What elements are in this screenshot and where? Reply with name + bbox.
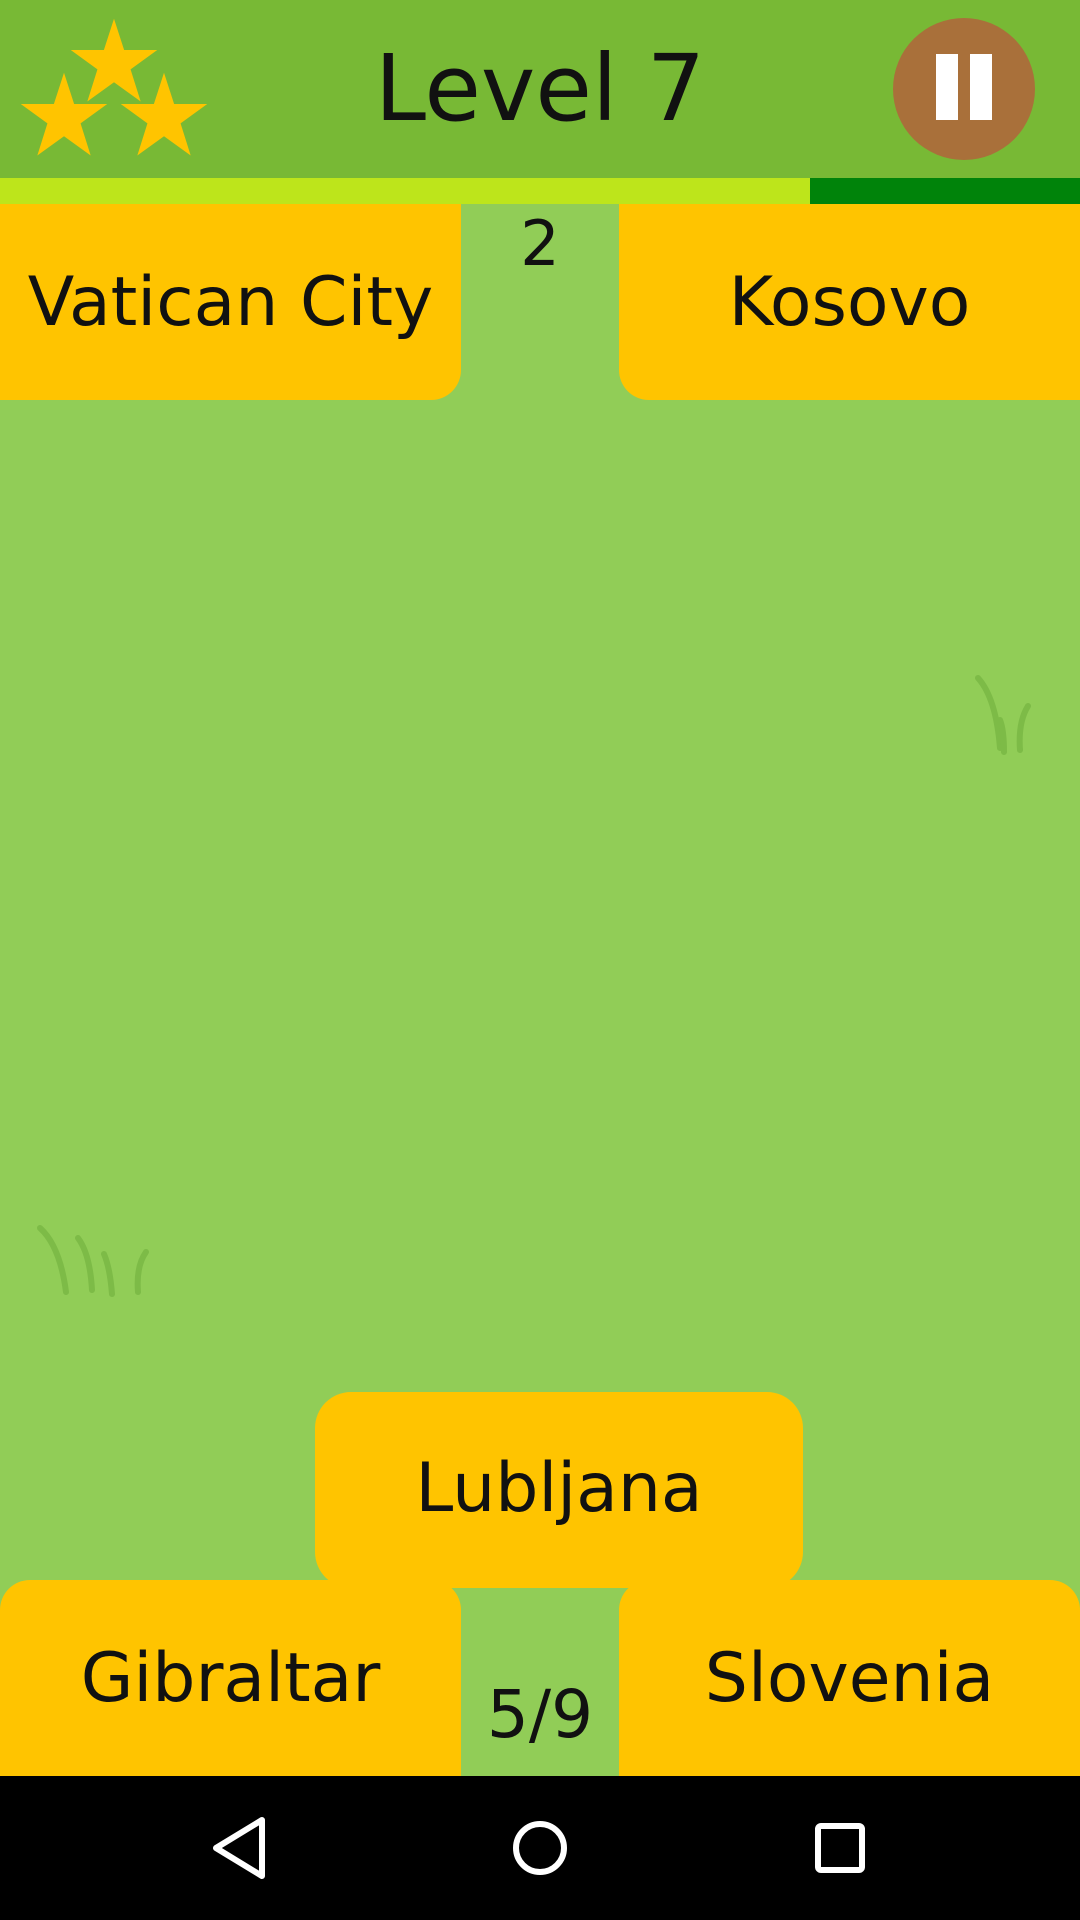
answer-card-vatican-city[interactable]: Vatican City [0, 204, 461, 400]
star-icon [118, 70, 210, 162]
timer-bar [0, 178, 1080, 204]
level-title: Level 7 [374, 35, 706, 142]
pause-button[interactable] [893, 18, 1035, 160]
top-bar: Level 7 [0, 0, 1080, 178]
answer-card-gibraltar[interactable]: Gibraltar [0, 1580, 461, 1776]
grass-decoration-icon [975, 675, 1031, 755]
current-capital-card[interactable]: Lubljana [315, 1392, 803, 1588]
back-triangle-icon[interactable] [200, 1808, 280, 1888]
home-circle-icon[interactable] [500, 1808, 580, 1888]
question-progress: 5/9 [486, 1676, 594, 1753]
grass-decoration-icon [37, 1225, 149, 1297]
star-icon [18, 70, 110, 162]
timer-bar-fill [0, 178, 810, 204]
answer-card-slovenia[interactable]: Slovenia [619, 1580, 1080, 1776]
answer-card-kosovo[interactable]: Kosovo [619, 204, 1080, 400]
pause-icon [936, 54, 958, 120]
match-count: 2 [520, 207, 560, 280]
level-stars [18, 16, 212, 162]
recent-apps-square-icon[interactable] [800, 1808, 880, 1888]
android-nav-bar [0, 1776, 1080, 1920]
